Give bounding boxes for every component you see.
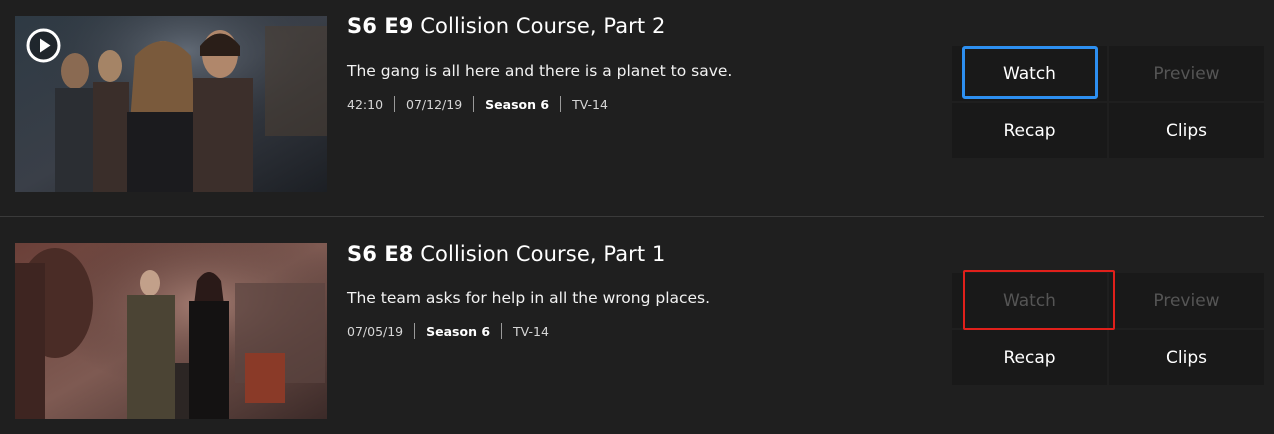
thumbnail-image bbox=[15, 16, 327, 192]
watch-button[interactable]: Watch bbox=[952, 46, 1107, 101]
episode-number: S6 E9 bbox=[347, 14, 414, 38]
preview-button[interactable]: Preview bbox=[1109, 273, 1264, 328]
recap-button[interactable]: Recap bbox=[952, 103, 1107, 158]
watch-button[interactable]: Watch bbox=[952, 273, 1107, 328]
episode-description: The gang is all here and there is a plan… bbox=[347, 62, 733, 80]
episode-name: Collision Course, Part 2 bbox=[420, 14, 666, 38]
episode-air-date: 07/12/19 bbox=[406, 96, 463, 112]
episode-title: S6 E9 Collision Course, Part 2 bbox=[347, 14, 665, 38]
meta-separator bbox=[394, 96, 396, 112]
meta-separator bbox=[414, 323, 416, 339]
episode-season: Season 6 bbox=[426, 323, 491, 339]
meta-separator bbox=[473, 96, 475, 112]
episode-air-date: 07/05/19 bbox=[347, 323, 404, 339]
play-circle-icon[interactable] bbox=[26, 28, 61, 63]
episode-row-s6e9: S6 E9 Collision Course, Part 2 The gang … bbox=[0, 0, 1274, 216]
episode-description: The team asks for help in all the wrong … bbox=[347, 289, 711, 307]
episode-action-buttons: Watch Preview Recap Clips bbox=[952, 273, 1264, 385]
episode-meta: 07/05/19 Season 6 TV-14 bbox=[347, 323, 549, 339]
episode-divider bbox=[0, 216, 1264, 217]
episode-thumbnail[interactable] bbox=[15, 243, 327, 419]
clips-button[interactable]: Clips bbox=[1109, 330, 1264, 385]
clips-button[interactable]: Clips bbox=[1109, 103, 1264, 158]
episode-meta: 42:10 07/12/19 Season 6 TV-14 bbox=[347, 96, 608, 112]
episode-season: Season 6 bbox=[485, 96, 550, 112]
episode-title: S6 E8 Collision Course, Part 1 bbox=[347, 242, 665, 266]
preview-button[interactable]: Preview bbox=[1109, 46, 1264, 101]
meta-separator bbox=[560, 96, 562, 112]
episode-name: Collision Course, Part 1 bbox=[420, 242, 666, 266]
episode-thumbnail[interactable] bbox=[15, 16, 327, 192]
episode-row-s6e8: S6 E8 Collision Course, Part 1 The team … bbox=[0, 218, 1274, 434]
episode-duration: 42:10 bbox=[347, 96, 384, 112]
recap-button[interactable]: Recap bbox=[952, 330, 1107, 385]
episode-rating: TV-14 bbox=[572, 96, 608, 112]
episode-rating: TV-14 bbox=[513, 323, 549, 339]
meta-separator bbox=[501, 323, 503, 339]
thumbnail-image bbox=[15, 243, 327, 419]
episode-action-buttons: Watch Preview Recap Clips bbox=[952, 46, 1264, 158]
episode-number: S6 E8 bbox=[347, 242, 414, 266]
